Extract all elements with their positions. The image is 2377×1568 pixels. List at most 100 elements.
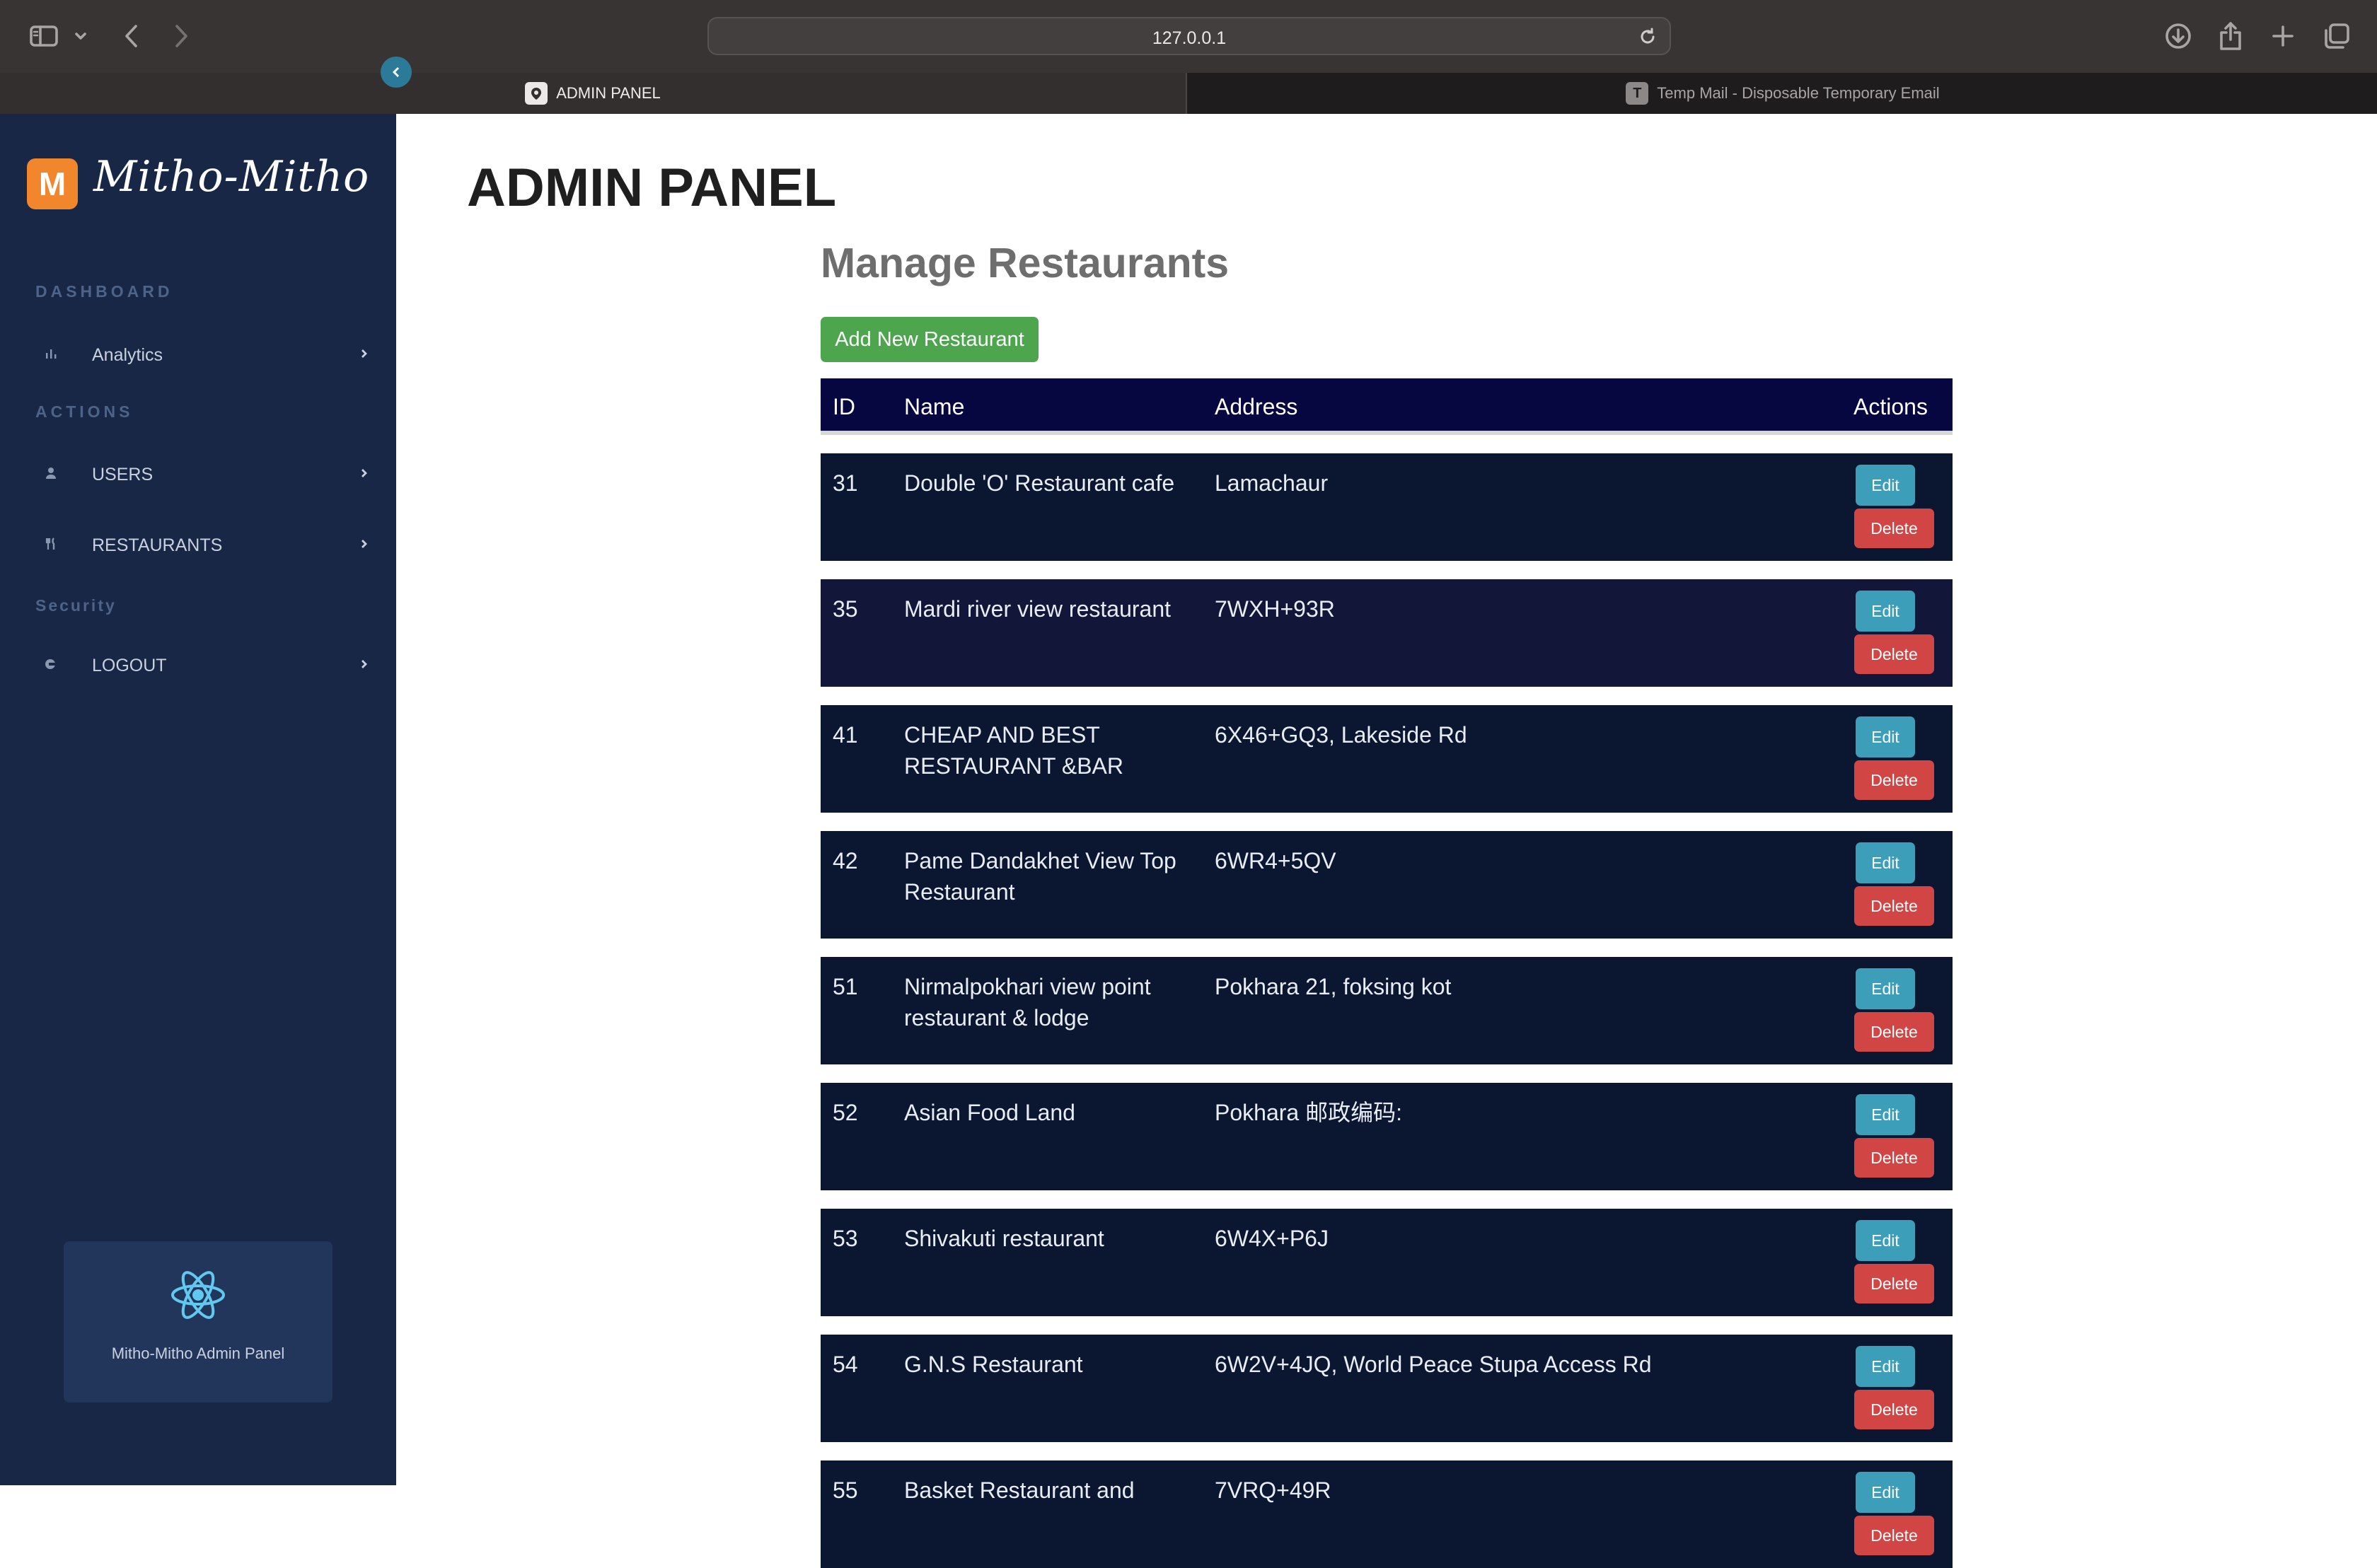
tab-temp-mail[interactable]: T Temp Mail - Disposable Temporary Email	[1188, 73, 2377, 114]
new-tab-icon[interactable]	[2267, 18, 2299, 54]
share-icon[interactable]	[2214, 18, 2247, 54]
table-header: ID Name Address Actions	[821, 378, 1953, 435]
table-row: 51 Nirmalpokhari view point restaurant & …	[821, 957, 1953, 1064]
promo-text: Mitho-Mitho Admin Panel	[111, 1345, 285, 1362]
cell-id: 54	[833, 1352, 858, 1377]
browser-toolbar: 127.0.0.1	[0, 0, 2377, 73]
cell-name: G.N.S Restaurant	[904, 1352, 1083, 1377]
cell-id: 53	[833, 1226, 858, 1251]
table-row: 42 Pame Dandakhet View Top Restaurant 6WR4…	[821, 831, 1953, 939]
sidebar-item-label: Analytics	[92, 345, 163, 365]
cell-name: CHEAP AND BEST RESTAURANT &BAR	[904, 722, 1123, 779]
tab-overview-icon[interactable]	[2320, 18, 2353, 54]
back-icon[interactable]	[117, 18, 146, 54]
sidebar-item-analytics[interactable]: Analytics	[0, 331, 396, 376]
delete-button[interactable]: Delete	[1854, 1138, 1934, 1178]
sidebar-item-label: LOGOUT	[92, 656, 167, 675]
tab-admin-panel[interactable]: ADMIN PANEL	[0, 73, 1187, 114]
sidebar-item-label: RESTAURANTS	[92, 535, 223, 555]
table-row: 53 Shivakuti restaurant 6W4X+P6J Edit Delete	[821, 1209, 1953, 1316]
address-bar[interactable]: 127.0.0.1	[707, 17, 1671, 55]
cell-name: Double 'O' Restaurant cafe	[904, 470, 1175, 496]
cell-address: 7VRQ+49R	[1215, 1477, 1331, 1503]
cell-address: 6WR4+5QV	[1215, 848, 1336, 873]
delete-button[interactable]: Delete	[1854, 760, 1934, 800]
chevron-down-icon[interactable]	[71, 18, 91, 54]
tab-label: Temp Mail - Disposable Temporary Email	[1657, 84, 1940, 102]
promo-card: Mitho-Mitho Admin Panel	[64, 1241, 332, 1403]
table-row: 54 G.N.S Restaurant 6W2V+4JQ, World Peace …	[821, 1335, 1953, 1442]
table-row: 35 Mardi river view restaurant 7WXH+93R Edi…	[821, 579, 1953, 687]
delete-button[interactable]: Delete	[1854, 1012, 1934, 1052]
admin-favicon-icon	[525, 82, 548, 105]
cell-id: 52	[833, 1100, 858, 1125]
logout-icon	[42, 656, 59, 673]
edit-button[interactable]: Edit	[1856, 716, 1915, 757]
table-row: 41 CHEAP AND BEST RESTAURANT &BAR 6X46+GQ3…	[821, 705, 1953, 813]
chevron-left-icon	[392, 66, 400, 78]
column-header-id: ID	[833, 394, 855, 419]
table-row: 55 Basket Restaurant and 7VRQ+49R Edit Delet…	[821, 1460, 1953, 1568]
cell-address: 6W2V+4JQ, World Peace Stupa Access Rd	[1215, 1352, 1652, 1377]
delete-button[interactable]: Delete	[1854, 1516, 1934, 1555]
bar-chart-icon	[42, 345, 59, 362]
sidebar-item-users[interactable]: USERS	[0, 451, 396, 496]
cell-id: 41	[833, 722, 858, 748]
edit-button[interactable]: Edit	[1856, 1346, 1915, 1387]
chevron-right-icon	[359, 345, 369, 366]
cutlery-icon	[42, 535, 59, 552]
edit-button[interactable]: Edit	[1856, 1220, 1915, 1261]
cell-address: Pokhara 邮政编码:	[1215, 1100, 1402, 1125]
add-restaurant-button[interactable]: Add New Restaurant	[821, 317, 1039, 362]
logo-icon: M	[27, 158, 78, 209]
cell-id: 31	[833, 470, 858, 496]
cell-address: 6W4X+P6J	[1215, 1226, 1329, 1251]
table-row: 31 Double 'O' Restaurant cafe Lamachaur Edi…	[821, 453, 1953, 561]
edit-button[interactable]: Edit	[1856, 591, 1915, 632]
cell-address: 6X46+GQ3, Lakeside Rd	[1215, 722, 1467, 748]
cell-name: Basket Restaurant and	[904, 1477, 1135, 1503]
section-title: Manage Restaurants	[821, 240, 1230, 286]
sidebar-item-logout[interactable]: LOGOUT	[0, 641, 396, 687]
tab-bar: ADMIN PANEL T Temp Mail - Disposable Tem…	[0, 73, 2377, 114]
cell-id: 51	[833, 974, 858, 999]
cell-id: 35	[833, 596, 858, 622]
cell-name: Asian Food Land	[904, 1100, 1075, 1125]
cell-id: 55	[833, 1477, 858, 1503]
edit-button[interactable]: Edit	[1856, 842, 1915, 883]
download-icon[interactable]	[2162, 18, 2194, 54]
tab-label: ADMIN PANEL	[556, 84, 661, 102]
cell-name: Pame Dandakhet View Top Restaurant	[904, 848, 1176, 905]
edit-button[interactable]: Edit	[1856, 1472, 1915, 1513]
delete-button[interactable]: Delete	[1854, 509, 1934, 548]
edit-button[interactable]: Edit	[1856, 1094, 1915, 1135]
delete-button[interactable]: Delete	[1854, 886, 1934, 926]
delete-button[interactable]: Delete	[1854, 1390, 1934, 1429]
delete-button[interactable]: Delete	[1854, 634, 1934, 674]
cell-name: Mardi river view restaurant	[904, 596, 1171, 622]
forward-icon[interactable]	[167, 18, 195, 54]
section-heading-security: Security	[35, 596, 117, 615]
url-text: 127.0.0.1	[1152, 28, 1227, 48]
column-header-address: Address	[1215, 394, 1298, 419]
cell-id: 42	[833, 848, 858, 873]
chevron-right-icon	[359, 465, 369, 485]
sidebar-toggle-icon[interactable]	[28, 18, 59, 54]
user-icon	[42, 465, 59, 482]
collapse-sidebar-button[interactable]	[381, 57, 412, 88]
sidebar-item-label: USERS	[92, 465, 154, 484]
page-title: ADMIN PANEL	[467, 158, 837, 218]
sidebar-item-restaurants[interactable]: RESTAURANTS	[0, 521, 396, 567]
cell-address: Lamachaur	[1215, 470, 1329, 496]
delete-button[interactable]: Delete	[1854, 1264, 1934, 1303]
cell-address: Pokhara 21, foksing kot	[1215, 974, 1452, 999]
chevron-right-icon	[359, 535, 369, 556]
cell-address: 7WXH+93R	[1215, 596, 1335, 622]
edit-button[interactable]: Edit	[1856, 465, 1915, 506]
edit-button[interactable]: Edit	[1856, 968, 1915, 1009]
react-atom-icon	[170, 1267, 226, 1327]
section-heading-dashboard: DASHBOARD	[35, 282, 173, 301]
reload-icon[interactable]	[1638, 28, 1657, 50]
table-row: 52 Asian Food Land Pokhara 邮政编码: Edit Delete	[821, 1083, 1953, 1190]
cell-name: Shivakuti restaurant	[904, 1226, 1104, 1251]
